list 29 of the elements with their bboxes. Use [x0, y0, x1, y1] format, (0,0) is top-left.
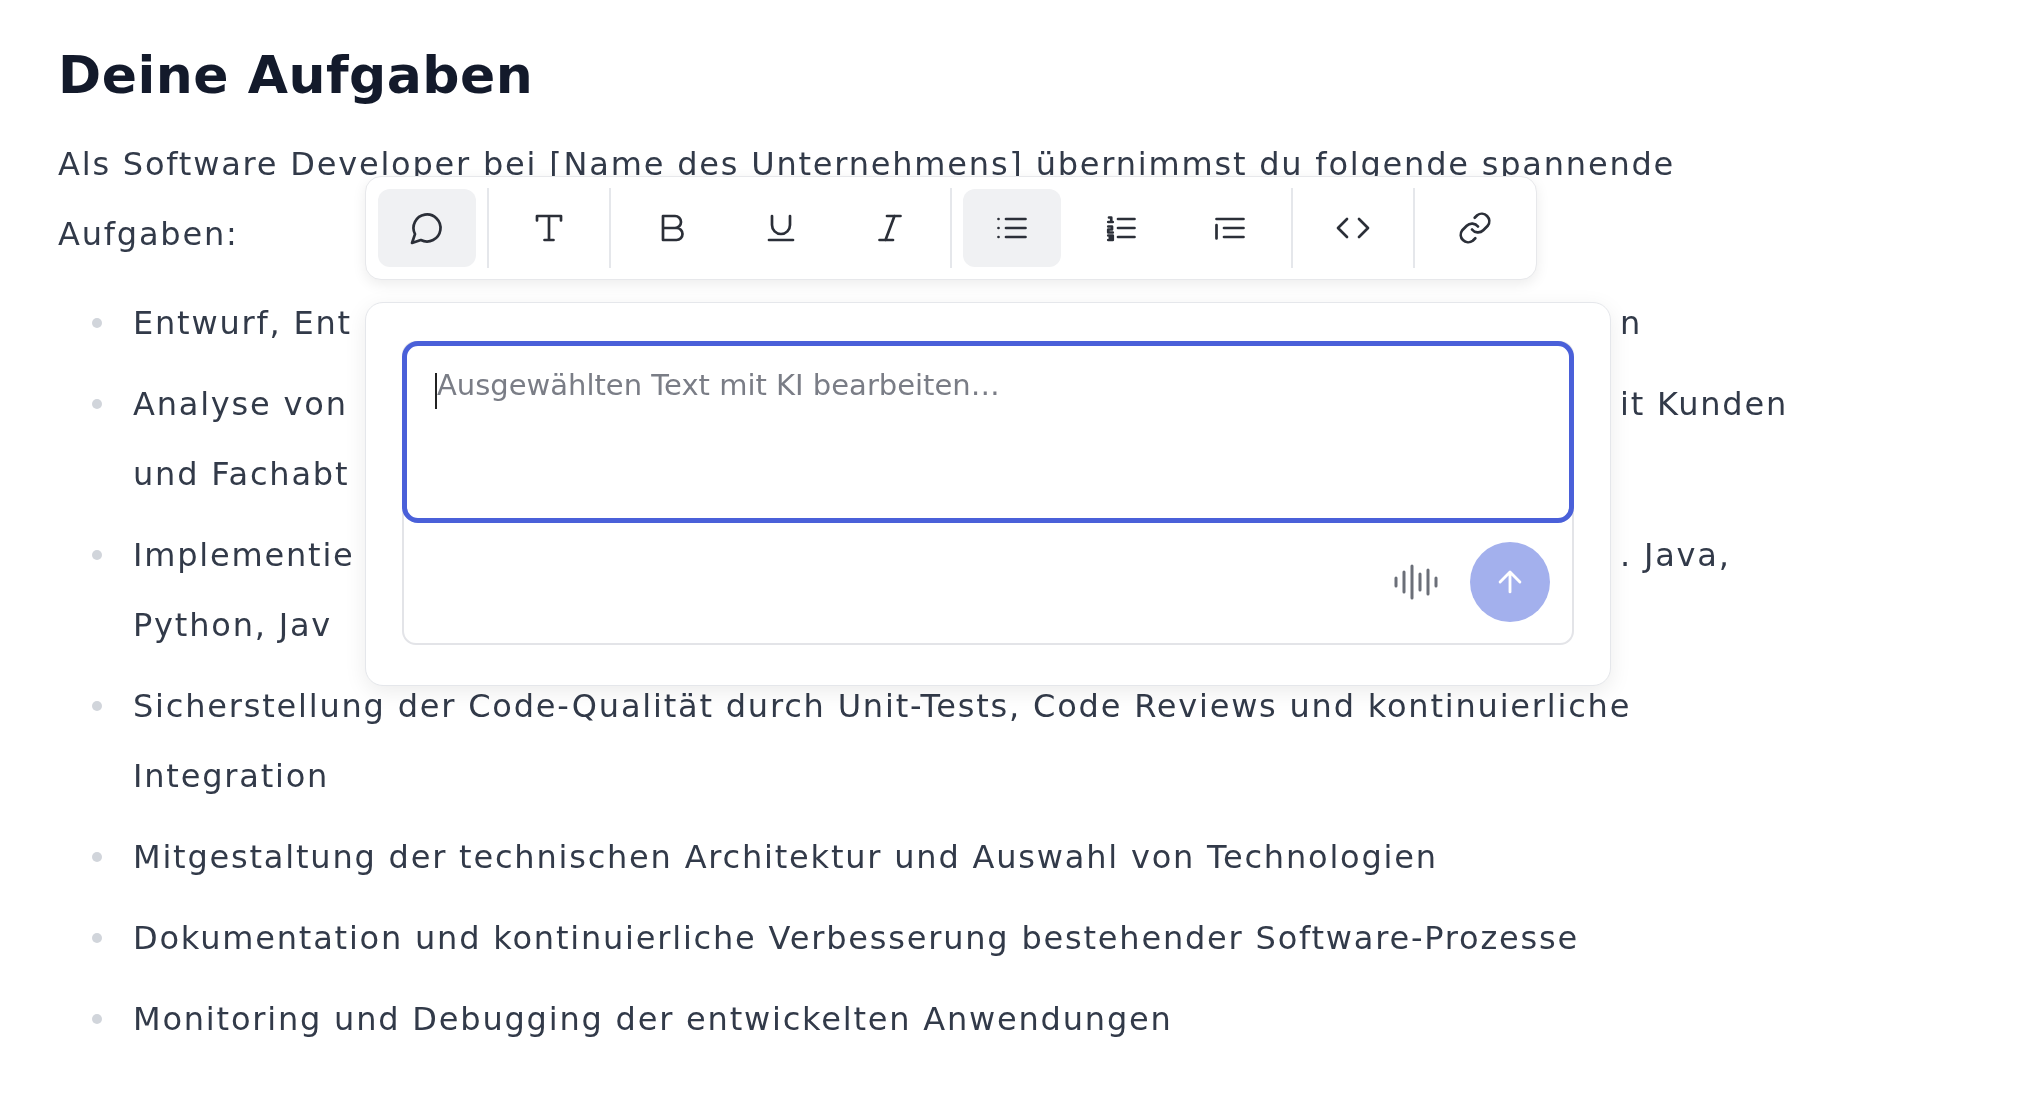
heading: Deine Aufgaben — [58, 44, 535, 107]
list-item-text: . Java, — [1620, 535, 1731, 576]
list-item-text: Implementie — [133, 535, 356, 576]
voice-wave-icon[interactable] — [1392, 562, 1440, 602]
prompt-field[interactable]: Ausgewählten Text mit KI bearbeiten… — [402, 341, 1574, 523]
comment-icon — [409, 210, 445, 246]
bullet-icon — [92, 933, 102, 943]
paragraph-line: Als Software Developer bei [Name des Unternehmens] übernimmst du folgende spannende — [58, 144, 1676, 185]
bullet-icon — [92, 550, 102, 560]
bullet-icon — [92, 852, 102, 862]
bullet-icon — [92, 701, 102, 711]
list-item-text: Integration — [133, 756, 330, 797]
list-item-text: Sicherstellung der Code-Qualität durch Unit-Tests, Code Reviews und kontinuierliche — [133, 686, 1632, 727]
list-item-text: it Kunden — [1620, 384, 1789, 425]
bullet-icon — [92, 399, 102, 409]
list-item-text: Entwurf, Ent — [133, 303, 353, 344]
list-item-text: Python, Jav — [133, 605, 334, 646]
list-item-text: und Fachabt — [133, 454, 351, 495]
paragraph-line: Aufgaben: — [58, 214, 239, 255]
list-item-text: Monitoring und Debugging der entwickelten Anwendungen — [133, 999, 1173, 1040]
toolbar-button[interactable] — [378, 189, 476, 267]
list-item-text: n — [1620, 303, 1643, 344]
text-cursor — [435, 373, 437, 409]
list-item-text: Dokumentation und kontinuierliche Verbesserung bestehender Software-Prozesse — [133, 918, 1580, 959]
list-item-text: Mitgestaltung der technischen Architektur und Auswahl von Technologien — [133, 837, 1438, 878]
list-item-text: Analyse von — [133, 384, 349, 425]
bullet-icon — [92, 1014, 102, 1024]
link-icon — [1456, 210, 1493, 246]
bullet-icon — [92, 318, 102, 328]
